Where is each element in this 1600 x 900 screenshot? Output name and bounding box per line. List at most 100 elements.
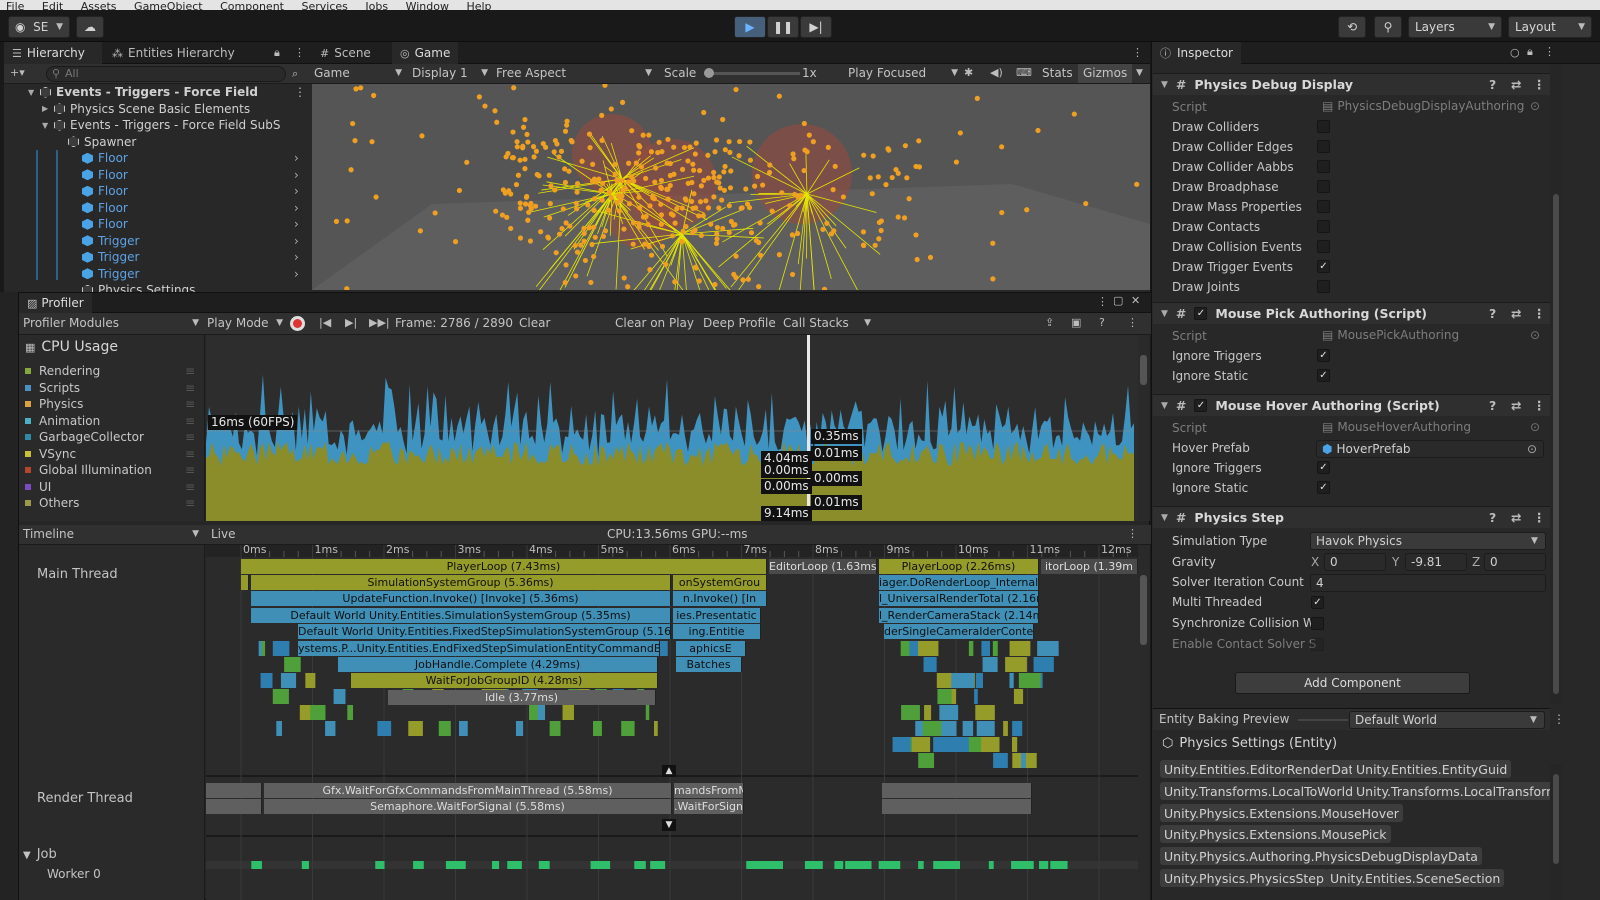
hierarchy-item[interactable]: Floor › [4, 167, 304, 184]
preset-icon[interactable]: ⇄ [1511, 306, 1521, 321]
sample-block[interactable] [962, 721, 974, 736]
record-button[interactable] [290, 316, 305, 331]
lock-icon[interactable]: 🔒︎ [1527, 45, 1533, 59]
help-icon[interactable]: ? [1099, 316, 1105, 329]
module-row[interactable]: Physics ≡ [25, 396, 201, 413]
sample-rendering-entities[interactable]: ing.Entitie [673, 624, 761, 639]
sample-single-camera[interactable]: derSingleCameraIderContext. [884, 624, 1034, 639]
menu-window[interactable]: Window [406, 0, 449, 10]
debug-option-checkbox[interactable] [1317, 220, 1330, 233]
hierarchy-item[interactable]: Trigger › [4, 266, 304, 283]
mouse-hover-option-checkbox[interactable]: ✓ [1317, 461, 1330, 474]
debug-option-checkbox[interactable] [1317, 280, 1330, 293]
enable-contact-checkbox[interactable] [1311, 638, 1324, 651]
tab-entities-hierarchy[interactable]: ⁂ Entities Hierarchy [104, 42, 243, 64]
sample-default-world-presentation[interactable]: ies.Presentatic [673, 608, 761, 623]
sample-block[interactable] [284, 657, 301, 672]
chevron-right-icon[interactable]: › [294, 151, 299, 165]
drag-handle-icon[interactable]: ≡ [185, 397, 195, 411]
chevron-down-icon[interactable]: ▼ [1161, 513, 1168, 523]
debug-option-checkbox[interactable] [1317, 140, 1330, 153]
hover-prefab-field[interactable]: ⬢ HoverPrefab ⊙ [1316, 440, 1544, 458]
sample-default-world-simgroup[interactable]: Default World Unity.Entities.SimulationS… [251, 608, 671, 623]
solver-iteration-field[interactable]: 4 [1310, 574, 1546, 592]
sample-endfixedstep-ecb[interactable]: ystems.P...Unity.Entities.EndFixedStepSi… [298, 641, 660, 656]
hierarchy-item[interactable]: Floor › [4, 183, 304, 200]
sample-block[interactable] [459, 721, 468, 736]
module-row[interactable]: GarbageCollector ≡ [25, 429, 201, 446]
component-chip[interactable]: Unity.Physics.PhysicsStep [1160, 869, 1328, 887]
menu-services[interactable]: Services [302, 0, 348, 10]
enable-checkbox[interactable]: ✓ [1194, 307, 1208, 320]
main-thread-label[interactable]: Main Thread [37, 567, 118, 582]
drag-handle-icon[interactable]: ≡ [185, 381, 195, 395]
sample-block[interactable] [968, 641, 974, 656]
worker-job[interactable] [746, 861, 755, 869]
sample-block[interactable] [1003, 721, 1008, 736]
chevron-right-icon[interactable]: › [294, 184, 299, 198]
sample-render-sem2[interactable] [882, 799, 1032, 814]
chevron-down-icon[interactable]: ▼ [1161, 401, 1168, 411]
sample-block[interactable] [981, 641, 991, 656]
sample-block[interactable] [993, 753, 1008, 768]
sample-editorloop[interactable]: EditorLoop (1.63ms) [769, 559, 877, 574]
sample-block[interactable] [621, 721, 635, 736]
sample-block[interactable] [1013, 689, 1024, 704]
sample-batches[interactable]: Batches [676, 657, 742, 672]
job-group-label[interactable]: ▼ Job [23, 847, 57, 862]
worker-job[interactable] [595, 861, 611, 869]
object-picker-icon[interactable]: ⊙ [1527, 442, 1537, 456]
more-icon[interactable]: ⋮ [1132, 46, 1143, 59]
debug-option-checkbox[interactable] [1317, 240, 1330, 253]
sample-block[interactable] [892, 737, 911, 752]
sample-block[interactable] [1021, 753, 1026, 768]
play-button[interactable]: ▶ [734, 16, 766, 38]
close-icon[interactable]: ✕ [1131, 294, 1140, 307]
preset-icon[interactable]: ⇄ [1511, 510, 1521, 525]
sample-block[interactable] [309, 705, 326, 720]
chevron-right-icon[interactable]: › [294, 234, 299, 248]
chips-scrollbar[interactable] [1550, 764, 1562, 900]
sample-simulationsystemgroup[interactable]: SimulationSystemGroup (5.36ms) [251, 575, 671, 590]
worker-job[interactable] [301, 861, 309, 869]
prev-frame-icon[interactable]: |◀ [319, 316, 331, 329]
sample-block[interactable] [333, 689, 346, 704]
gravity-z-field[interactable]: 0 [1484, 553, 1546, 571]
sample-block[interactable] [1009, 641, 1023, 656]
debug-option-checkbox[interactable] [1317, 200, 1330, 213]
scale-slider[interactable] [704, 68, 800, 78]
hierarchy-item[interactable]: Floor › [4, 150, 304, 167]
tab-hierarchy[interactable]: ☰ Hierarchy [4, 42, 102, 64]
script-field[interactable]: ▤ MouseHoverAuthoring [1322, 420, 1471, 434]
sample-gfx-wait[interactable]: mandsFromM [674, 783, 744, 798]
sample-block[interactable] [280, 673, 297, 688]
sample-block[interactable] [1011, 737, 1018, 752]
scrollbar-thumb[interactable] [1140, 575, 1147, 645]
sample-block[interactable] [924, 705, 932, 720]
chevron-down-icon[interactable]: ▼ [1161, 309, 1168, 319]
clear-button[interactable]: Clear [519, 316, 550, 330]
sample-block[interactable] [954, 737, 969, 752]
more-icon[interactable]: ⋮ [1127, 527, 1138, 540]
chevron-right-icon[interactable]: ▶ [42, 104, 54, 113]
bug-icon[interactable]: ✱ [964, 66, 973, 79]
sample-block[interactable] [951, 673, 975, 688]
component-chip[interactable]: Unity.Physics.Extensions.MousePick [1160, 825, 1391, 843]
debug-option-checkbox[interactable] [1317, 160, 1330, 173]
add-icon[interactable]: +▾ [10, 66, 25, 79]
sample-block[interactable] [347, 705, 354, 720]
worker-job[interactable] [1051, 861, 1058, 869]
chevron-down-icon[interactable]: ▼ [1136, 68, 1143, 78]
sample-block[interactable] [933, 737, 955, 752]
sample-block[interactable] [378, 721, 383, 736]
sample-block[interactable] [408, 721, 423, 736]
sync-collision-checkbox[interactable] [1311, 617, 1324, 630]
hierarchy-item[interactable]: Trigger › [4, 233, 304, 250]
clear-on-play-button[interactable]: Clear on Play [615, 316, 694, 330]
sample-block[interactable] [562, 705, 574, 720]
menu-gameobject[interactable]: GameObject [134, 0, 203, 10]
sample-block[interactable] [325, 721, 336, 736]
game-viewport[interactable] [312, 84, 1150, 290]
module-row[interactable]: Scripts ≡ [25, 380, 201, 397]
menu-help[interactable]: Help [466, 0, 491, 10]
